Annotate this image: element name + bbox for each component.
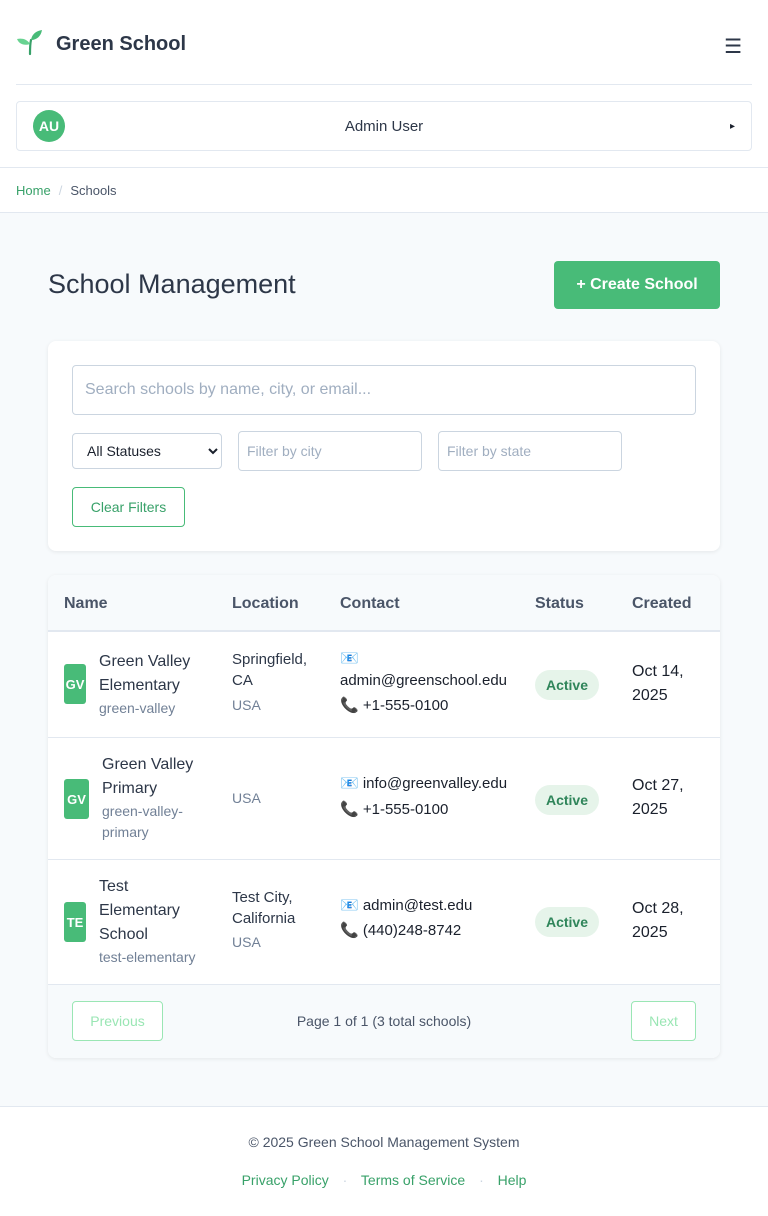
slug-line: primary: [102, 824, 149, 840]
schools-table: Name Location Contact Status Created GV …: [48, 575, 720, 1058]
school-avatar: TE: [64, 902, 86, 942]
state-filter-input[interactable]: [438, 431, 622, 471]
school-name-line: Elementary: [99, 677, 180, 694]
school-name-line: Green Valley: [102, 756, 194, 773]
email-text[interactable]: admin@greenschool.edu: [340, 670, 507, 692]
contact-phone: 📞 (440)248-8742: [340, 922, 462, 939]
mail-icon: 📧: [340, 650, 359, 667]
column-header-status[interactable]: Status: [535, 595, 584, 613]
created-line: Oct 14,: [632, 663, 684, 680]
school-name[interactable]: Test Elementary School: [99, 875, 180, 947]
school-slug: green-valley: [99, 700, 176, 716]
help-link[interactable]: Help: [498, 1172, 527, 1188]
school-name[interactable]: Green Valley Elementary: [99, 650, 190, 698]
copyright: © 2025 Green School Management System: [248, 1134, 520, 1150]
menu-icon[interactable]: ☰: [724, 34, 742, 59]
breadcrumb-current: Schools: [70, 182, 117, 198]
school-name-line: School: [99, 926, 148, 943]
create-school-button[interactable]: + Create School: [554, 261, 720, 309]
school-avatar: GV: [64, 664, 86, 704]
slug-line: green-valley-: [102, 803, 183, 819]
status-badge: Active: [535, 907, 599, 937]
column-header-created[interactable]: Created: [632, 595, 692, 613]
divider: [16, 84, 752, 85]
privacy-policy-link[interactable]: Privacy Policy: [242, 1172, 329, 1188]
page-info: Page 1 of 1 (3 total schools): [296, 1013, 472, 1029]
contact-phone: 📞 +1-555-0100: [340, 697, 449, 714]
created-line: Oct 28,: [632, 900, 684, 917]
school-name-line: Green Valley: [99, 653, 191, 670]
column-header-contact[interactable]: Contact: [340, 595, 400, 613]
footer-separator: ·: [479, 1172, 484, 1188]
school-slug: test-elementary: [99, 949, 196, 965]
created-date: Oct 28, 2025: [632, 897, 684, 945]
created-date: Oct 27, 2025: [632, 774, 684, 822]
location-line: Test City,: [232, 889, 293, 906]
school-name-line: Elementary: [99, 902, 180, 919]
city-filter-input[interactable]: [238, 431, 422, 471]
main-content: School Management + Create School All St…: [0, 213, 768, 1106]
user-name: Admin User: [344, 117, 424, 135]
location-city: Springfield, CA: [232, 649, 307, 691]
brand-title: Green School: [56, 33, 187, 55]
brand[interactable]: Green School: [16, 28, 186, 61]
location-country: USA: [232, 934, 261, 950]
column-header-name[interactable]: Name: [64, 595, 108, 613]
created-line: 2025: [632, 801, 668, 818]
school-name-line: Primary: [102, 780, 158, 797]
caret-right-icon: ▸: [729, 120, 735, 132]
contact-email[interactable]: 📧 admin@test.edu: [340, 895, 472, 917]
status-badge: Active: [535, 670, 599, 700]
page-title: School Management: [48, 269, 296, 299]
terms-of-service-link[interactable]: Terms of Service: [361, 1172, 465, 1188]
table-row[interactable]: GV Green Valley Primary green-valley- pr…: [48, 738, 720, 860]
breadcrumb-home-link[interactable]: Home: [16, 183, 51, 198]
sprout-logo-icon: [16, 28, 44, 61]
table-row[interactable]: TE Test Elementary School test-elementar…: [48, 860, 720, 985]
created-line: 2025: [632, 687, 668, 704]
school-slug: green-valley- primary: [102, 801, 183, 843]
contact-email: 📧 admin@greenschool.edu: [340, 648, 507, 692]
footer-separator: ·: [342, 1172, 348, 1188]
top-bar: Green School ☰ AU Admin User ▸: [0, 0, 768, 168]
created-line: 2025: [632, 924, 668, 941]
column-header-location[interactable]: Location: [232, 595, 299, 613]
location-city: Test City, California: [232, 887, 295, 929]
location-line: CA: [232, 672, 253, 689]
breadcrumb: Home / Schools: [0, 168, 768, 213]
pagination: Previous Page 1 of 1 (3 total schools) N…: [48, 985, 720, 1058]
school-avatar: GV: [64, 779, 89, 819]
contact-email[interactable]: 📧 info@greenvalley.edu: [340, 773, 507, 795]
created-date: Oct 14, 2025: [632, 660, 684, 708]
school-name-line: Test: [99, 878, 129, 895]
next-button[interactable]: Next: [631, 1001, 696, 1041]
table-row[interactable]: GV Green Valley Elementary green-valley …: [48, 632, 720, 738]
location-country: USA: [232, 697, 261, 713]
status-badge: Active: [535, 785, 599, 815]
search-input[interactable]: [72, 365, 696, 415]
status-select[interactable]: All Statuses: [72, 433, 222, 469]
table-header: Name Location Contact Status Created: [48, 575, 720, 632]
location-line: Springfield,: [232, 651, 308, 668]
school-name[interactable]: Green Valley Primary: [102, 753, 193, 801]
contact-phone: 📞 +1-555-0100: [340, 801, 449, 818]
location-line: California: [232, 910, 296, 927]
created-line: Oct 27,: [632, 777, 684, 794]
breadcrumb-separator: /: [58, 182, 63, 198]
footer: © 2025 Green School Management System Pr…: [0, 1106, 768, 1216]
user-menu[interactable]: AU Admin User ▸: [16, 101, 752, 151]
filter-panel: All Statuses Clear Filters: [48, 341, 720, 551]
clear-filters-button[interactable]: Clear Filters: [72, 487, 185, 527]
footer-links: Privacy Policy · Terms of Service · Help: [0, 1172, 768, 1188]
location-country: USA: [232, 790, 261, 806]
